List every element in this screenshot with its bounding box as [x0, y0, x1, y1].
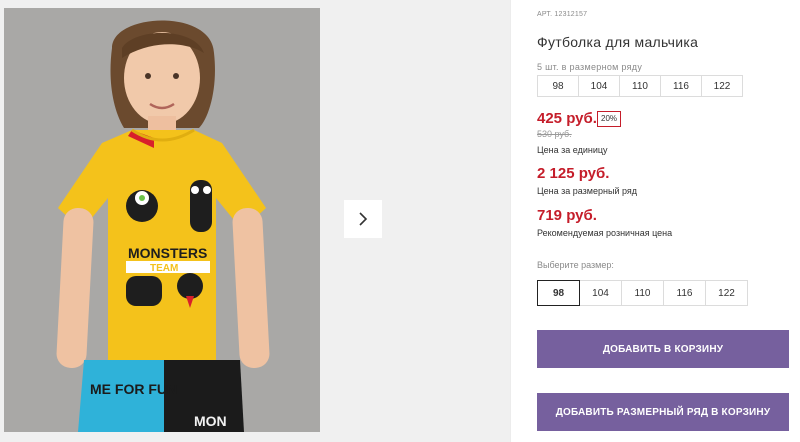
size-picker-label: Выберите размер: — [537, 260, 614, 270]
old-price: 530 руб. — [537, 129, 572, 139]
discount-badge: 20% — [597, 111, 622, 127]
add-to-cart-button[interactable]: ДОБАВИТЬ В КОРЗИНУ — [537, 330, 789, 368]
size-option-122[interactable]: 122 — [705, 280, 748, 306]
size-row-item: 110 — [619, 75, 661, 97]
boy-in-tshirt-illustration: MONSTERS TEAM ME FOR FUN MON — [4, 8, 320, 432]
product-title: Футболка для мальчика — [537, 34, 699, 50]
add-size-row-to-cart-button[interactable]: ДОБАВИТЬ РАЗМЕРНЫЙ РЯД В КОРЗИНУ — [537, 393, 789, 431]
shirt-print-line2: TEAM — [150, 263, 178, 274]
size-option-110[interactable]: 110 — [621, 280, 664, 306]
product-gallery: MONSTERS TEAM ME FOR FUN MON — [0, 0, 510, 442]
retail-price-caption: Рекомендуемая розничная цена — [537, 228, 673, 238]
gallery-next-button[interactable] — [344, 200, 382, 238]
size-row-label: 5 шт. в размерном ряду — [537, 62, 643, 72]
chevron-right-icon — [359, 212, 368, 226]
divider — [510, 0, 511, 442]
product-article: АРТ. 12312157 — [537, 11, 588, 18]
size-row-list: 98 104 110 116 122 — [537, 75, 743, 97]
size-picker: 98 104 110 116 122 — [537, 280, 748, 306]
row-price-caption: Цена за размерный ряд — [537, 186, 638, 196]
shorts-print-right: MON — [194, 413, 227, 429]
size-row-item: 104 — [578, 75, 620, 97]
shirt-print-line1: MONSTERS — [128, 245, 207, 261]
size-option-116[interactable]: 116 — [663, 280, 706, 306]
product-photo[interactable]: MONSTERS TEAM ME FOR FUN MON — [4, 8, 320, 432]
retail-price: 719 руб. — [537, 207, 597, 224]
size-row-item: 122 — [701, 75, 743, 97]
unit-price-caption: Цена за единицу — [537, 145, 608, 155]
size-option-98[interactable]: 98 — [537, 280, 580, 306]
unit-price: 425 руб. — [537, 110, 597, 127]
shorts-print: ME FOR FUN — [90, 381, 177, 397]
size-option-104[interactable]: 104 — [579, 280, 622, 306]
row-price: 2 125 руб. — [537, 165, 610, 182]
size-row-item: 116 — [660, 75, 702, 97]
size-row-item: 98 — [537, 75, 579, 97]
